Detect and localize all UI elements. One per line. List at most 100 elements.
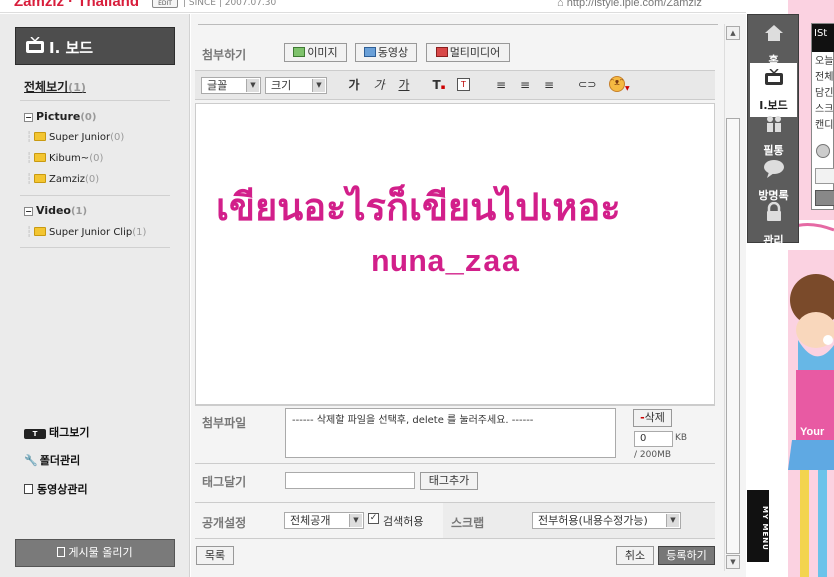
image-icon [293, 47, 306, 57]
tag-input[interactable] [285, 472, 415, 489]
font-family-select[interactable]: 글꼴 ▼ [201, 77, 261, 94]
folder-item-super-junior[interactable]: ┆ Super Junior(0) [26, 132, 124, 143]
panel-line: 전체 [815, 72, 834, 83]
home-icon [765, 25, 783, 41]
scrollbar-thumb[interactable] [726, 118, 740, 554]
cancel-button[interactable]: 취소 [616, 546, 654, 565]
wrench-icon: 🔧 [24, 454, 38, 467]
attach-multimedia-button[interactable]: 멀티미디어 [426, 43, 510, 62]
divider [20, 195, 170, 196]
emoticon-icon[interactable]: ᵔᴥᵔ [609, 76, 625, 92]
underline-button[interactable]: 가 [396, 77, 412, 93]
add-tag-button[interactable]: 태그추가 [420, 472, 478, 490]
panel-title: ISt [812, 24, 834, 52]
film-icon [24, 484, 33, 494]
folder-icon [34, 174, 47, 183]
document-icon [57, 547, 66, 557]
align-center-icon[interactable]: ≡ [517, 77, 533, 93]
site-brand[interactable]: Zamziz · Thailand [14, 0, 139, 10]
divider [20, 100, 170, 101]
font-size-select[interactable]: 크기 ▼ [265, 77, 327, 94]
folder-item-kibum[interactable]: ┆ Kibum~(0) [26, 153, 103, 164]
attach-label: 첨부하기 [202, 48, 247, 62]
attached-files-list[interactable]: ------ 삭제할 파일을 선택후, delete 를 눌러주세요. ----… [285, 408, 616, 458]
video-icon [363, 47, 376, 57]
folder-icon [34, 153, 47, 162]
attach-image-button[interactable]: 이미지 [284, 43, 347, 62]
my-menu-tab[interactable]: MY MENU [747, 490, 769, 562]
align-left-icon[interactable]: ≡ [493, 77, 509, 93]
visibility-label: 공개설정 [202, 516, 247, 530]
chevron-down-icon[interactable]: ▼ [625, 85, 630, 92]
top-header: Zamziz · Thailand EDIT | SINCE | 2007.07… [0, 0, 746, 13]
editor-toolbar: 글꼴 ▼ 크기 ▼ 가 가 가 T▪ T ≡ ≡ ≡ ⊂⊃ ᵔᴥᵔ ▼ [195, 70, 715, 100]
file-size-field: 0 [634, 431, 673, 447]
chevron-down-icon: ▼ [246, 79, 259, 92]
divider [195, 538, 715, 539]
divider [198, 24, 718, 25]
content-text-signature: nuna_zaa [371, 246, 520, 281]
lock-icon [767, 202, 781, 221]
panel-line: 담긴 [815, 88, 834, 99]
panel-line: 스크 [815, 104, 834, 115]
tv-icon [26, 37, 44, 53]
link-icon[interactable]: ⊂⊃ [578, 77, 596, 93]
folder-item-super-junior-clip[interactable]: ┆ Super Junior Clip(1) [26, 227, 146, 238]
scrap-label: 스크랩 [451, 516, 485, 530]
category-video[interactable]: − Video(1) [24, 204, 87, 217]
search-allow-label: 검색허용 [383, 515, 424, 528]
delete-file-button[interactable]: -삭제 [633, 409, 672, 427]
speech-bubble-icon [764, 160, 784, 178]
since-date: | SINCE | 2007.07.30 [183, 0, 277, 8]
attached-files-label: 첨부파일 [202, 416, 247, 430]
list-button[interactable]: 목록 [196, 546, 234, 565]
folder-manage-link[interactable]: 🔧 폴더관리 [24, 452, 80, 468]
panel-button[interactable] [815, 168, 834, 184]
site-url[interactable]: ⌂ http://istyle.iple.com/Zamziz [557, 0, 702, 9]
edit-badge[interactable]: EDIT [152, 0, 178, 8]
content-editor[interactable]: เขียนอะไรก็เขียนไปเหอะ nuna_zaa [195, 103, 715, 405]
panel-button[interactable] [815, 190, 834, 206]
scrap-select[interactable]: 전부허용(내용수정가능) ▼ [532, 512, 681, 529]
italic-button[interactable]: 가 [371, 77, 387, 93]
emoticon-icon [816, 144, 830, 158]
home-icon: ⌂ [557, 0, 564, 9]
tag-label: 태그달기 [202, 475, 247, 489]
folder-item-zamziz[interactable]: ┆ Zamziz(0) [26, 174, 99, 185]
category-picture[interactable]: − Picture(0) [24, 110, 96, 123]
video-manage-link[interactable]: 동영상관리 [24, 481, 88, 497]
main-scrollbar[interactable]: ▲ ▼ [724, 24, 740, 571]
chevron-down-icon: ▼ [666, 514, 679, 527]
size-unit: KB [675, 433, 688, 443]
board-sidebar: I. 보드 전체보기(1) − Picture(0) ┆ Super Junior(… [0, 14, 190, 577]
align-right-icon[interactable]: ≡ [541, 77, 557, 93]
right-nav: 홈 I.보드 필통 방명록 관리 [747, 14, 799, 247]
tv-icon [765, 69, 783, 85]
search-allow-checkbox[interactable]: ✓ [368, 513, 379, 524]
scroll-down-arrow[interactable]: ▼ [726, 555, 740, 569]
chevron-down-icon: ▼ [312, 79, 325, 92]
content-text-thai: เขียนอะไรก็เขียนไปเหอะ [216, 185, 621, 229]
visibility-select[interactable]: 전체공개 ▼ [284, 512, 364, 529]
highlight-icon[interactable]: T [457, 78, 470, 91]
collapse-icon[interactable]: − [24, 113, 33, 122]
text-color-icon[interactable]: T▪ [431, 77, 447, 93]
view-all-link[interactable]: 전체보기(1) [24, 78, 86, 95]
tag-icon: T [24, 429, 46, 439]
nav-manage[interactable]: 관리 [750, 198, 797, 252]
divider [195, 405, 715, 406]
size-max: / 200MB [634, 450, 672, 460]
board-title: I. 보드 [49, 39, 94, 57]
attach-video-button[interactable]: 동영상 [355, 43, 417, 62]
submit-button[interactable]: 등록하기 [658, 546, 715, 565]
panel-line: 캔디 [815, 120, 834, 131]
collapse-icon[interactable]: − [24, 207, 33, 216]
board-title-header: I. 보드 [15, 27, 175, 65]
bold-button[interactable]: 가 [346, 77, 362, 93]
tag-view-link[interactable]: T 태그보기 [24, 424, 89, 440]
upload-post-button[interactable]: 게시물 올리기 [15, 539, 175, 567]
divider [195, 463, 715, 464]
scroll-up-arrow[interactable]: ▲ [726, 26, 740, 40]
panel-line: 오늘 [815, 56, 834, 67]
folder-icon [34, 132, 47, 141]
